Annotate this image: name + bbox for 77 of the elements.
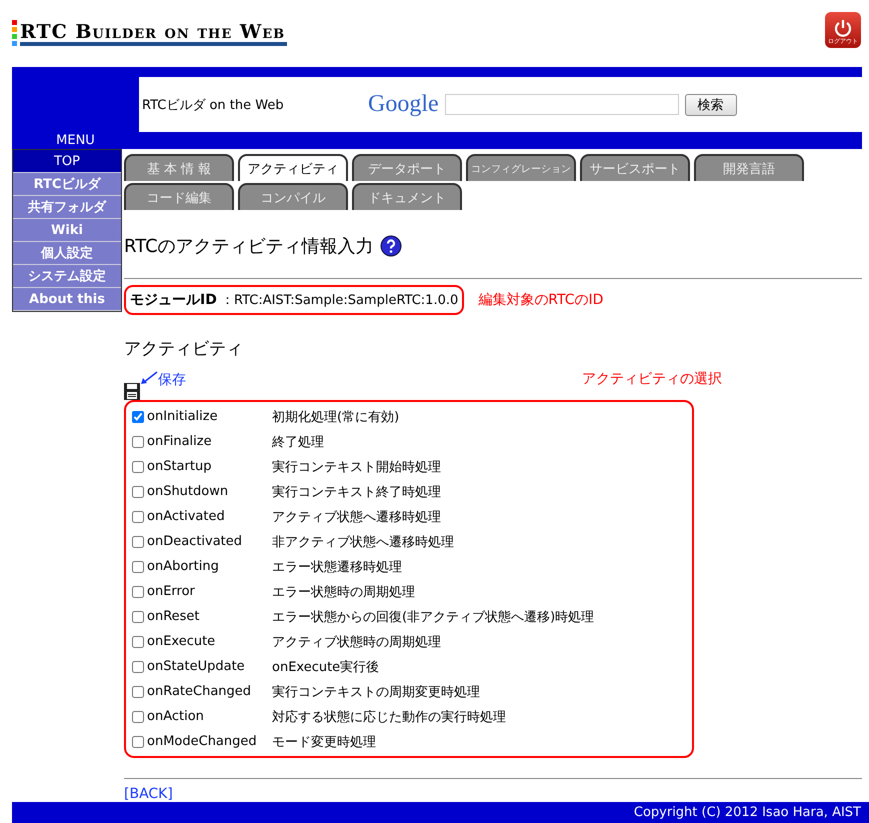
activity-description: 実行コンテキストの周期変更時処理 [272,684,480,701]
activity-name: onShutdown [147,484,230,500]
menu-item[interactable]: システム設定 [13,265,121,288]
activity-name: onRateChanged [147,684,252,700]
activity-checkbox[interactable] [132,586,144,598]
help-icon[interactable] [380,235,402,258]
menu-item[interactable]: RTCビルダ [13,173,121,196]
tab[interactable]: コンパイル [238,183,348,210]
copyright-text: Copyright (C) 2012 Isao Hara, AIST [634,805,861,820]
activity-name: onFinalize [147,434,213,450]
activity-name: onAborting [147,559,220,574]
tab[interactable]: アクティビティ [238,154,348,182]
arrow-icon [140,371,158,386]
logo-bars-icon [12,20,17,46]
activity-description: アクティブ状態へ遷移時処理 [272,508,441,526]
activity-description: エラー状態からの回復(非アクティブ状態へ遷移)時処理 [272,608,594,626]
power-icon [834,19,852,37]
activity-description: 初期化処理(常に有効) [272,408,400,426]
activity-checkbox[interactable] [132,486,144,498]
activity-description: エラー状態遷移時処理 [272,558,402,576]
activity-checkbox[interactable] [132,636,144,648]
activity-name: onAction [147,709,205,724]
tab[interactable]: ドキュメント [352,183,462,210]
site-logo: RTC Builder on the Web [20,22,288,46]
activity-name: onError [147,584,196,600]
tab[interactable]: 開発言語 [694,154,804,182]
activity-name: onDeactivated [147,534,244,550]
activity-name: onInitialize [147,409,219,424]
search-logo: Google [368,91,439,118]
tab[interactable]: コード編集 [124,183,234,210]
activity-name: onExecute [147,634,216,650]
menu-item[interactable]: 共有フォルダ [13,196,121,220]
site-name: RTCビルダ on the Web [142,96,285,114]
search-field[interactable] [444,94,679,116]
activity-description: エラー状態時の周期処理 [272,584,415,601]
module-id: モジュールID ：RTC:AIST:Sample:SampleRTC:1.0.0 [124,285,464,316]
selection-note: アクティビティの選択 [582,370,722,388]
activity-description: 終了処理 [272,434,324,451]
activity-checkbox[interactable] [132,536,144,548]
activity-name: onStartup [147,459,212,474]
activity-name: onReset [147,609,201,624]
activity-description: モード変更時処理 [272,734,376,751]
activity-checkbox[interactable] [132,736,144,748]
save-icon[interactable] [124,383,140,400]
menu-item[interactable]: Wiki [13,219,121,242]
activity-checkbox[interactable] [132,660,144,673]
save-note: 保存 [158,371,186,390]
tab[interactable]: コンフィグレーション [466,154,576,182]
activity-checkbox[interactable] [132,686,144,698]
activity-checkbox[interactable] [132,610,144,623]
activity-checkbox[interactable] [132,460,144,473]
menu-item[interactable]: About this [13,288,121,312]
tab[interactable]: サービスポート [580,154,690,182]
menu-item[interactable]: 個人設定 [13,242,121,266]
activity-checkbox[interactable] [132,410,144,423]
page-title: RTCのアクティビティ情報入力 [124,235,374,258]
activity-name: onStateUpdate [147,659,246,674]
activity-heading: アクティビティ [124,338,244,360]
activity-checkbox[interactable] [132,710,144,723]
activity-description: 実行コンテキスト開始時処理 [272,458,441,476]
activity-description: onExecute実行後 [272,658,380,676]
activity-checkbox[interactable] [132,436,144,448]
activity-checkbox[interactable] [132,510,144,523]
tab[interactable]: データポート [352,154,462,182]
search-button[interactable]: 検索 [684,94,737,116]
activity-name: onActivated [147,509,226,524]
activity-description: アクティブ状態時の周期処理 [272,634,441,651]
menu-title: MENU [56,133,95,148]
menu-item[interactable]: TOP [13,150,121,174]
back-link[interactable]: [BACK] [124,786,173,802]
activity-description: 非アクティブ状態へ遷移時処理 [272,534,454,551]
tab[interactable]: 基 本 情 報 [124,154,234,182]
activity-name: onModeChanged [147,734,258,750]
activity-checkbox[interactable] [132,560,144,573]
activity-description: 対応する状態に応じた動作の実行時処理 [272,708,506,726]
activity-description: 実行コンテキスト終了時処理 [272,484,441,501]
module-id-note: 編集対象のRTCのID [478,291,604,310]
